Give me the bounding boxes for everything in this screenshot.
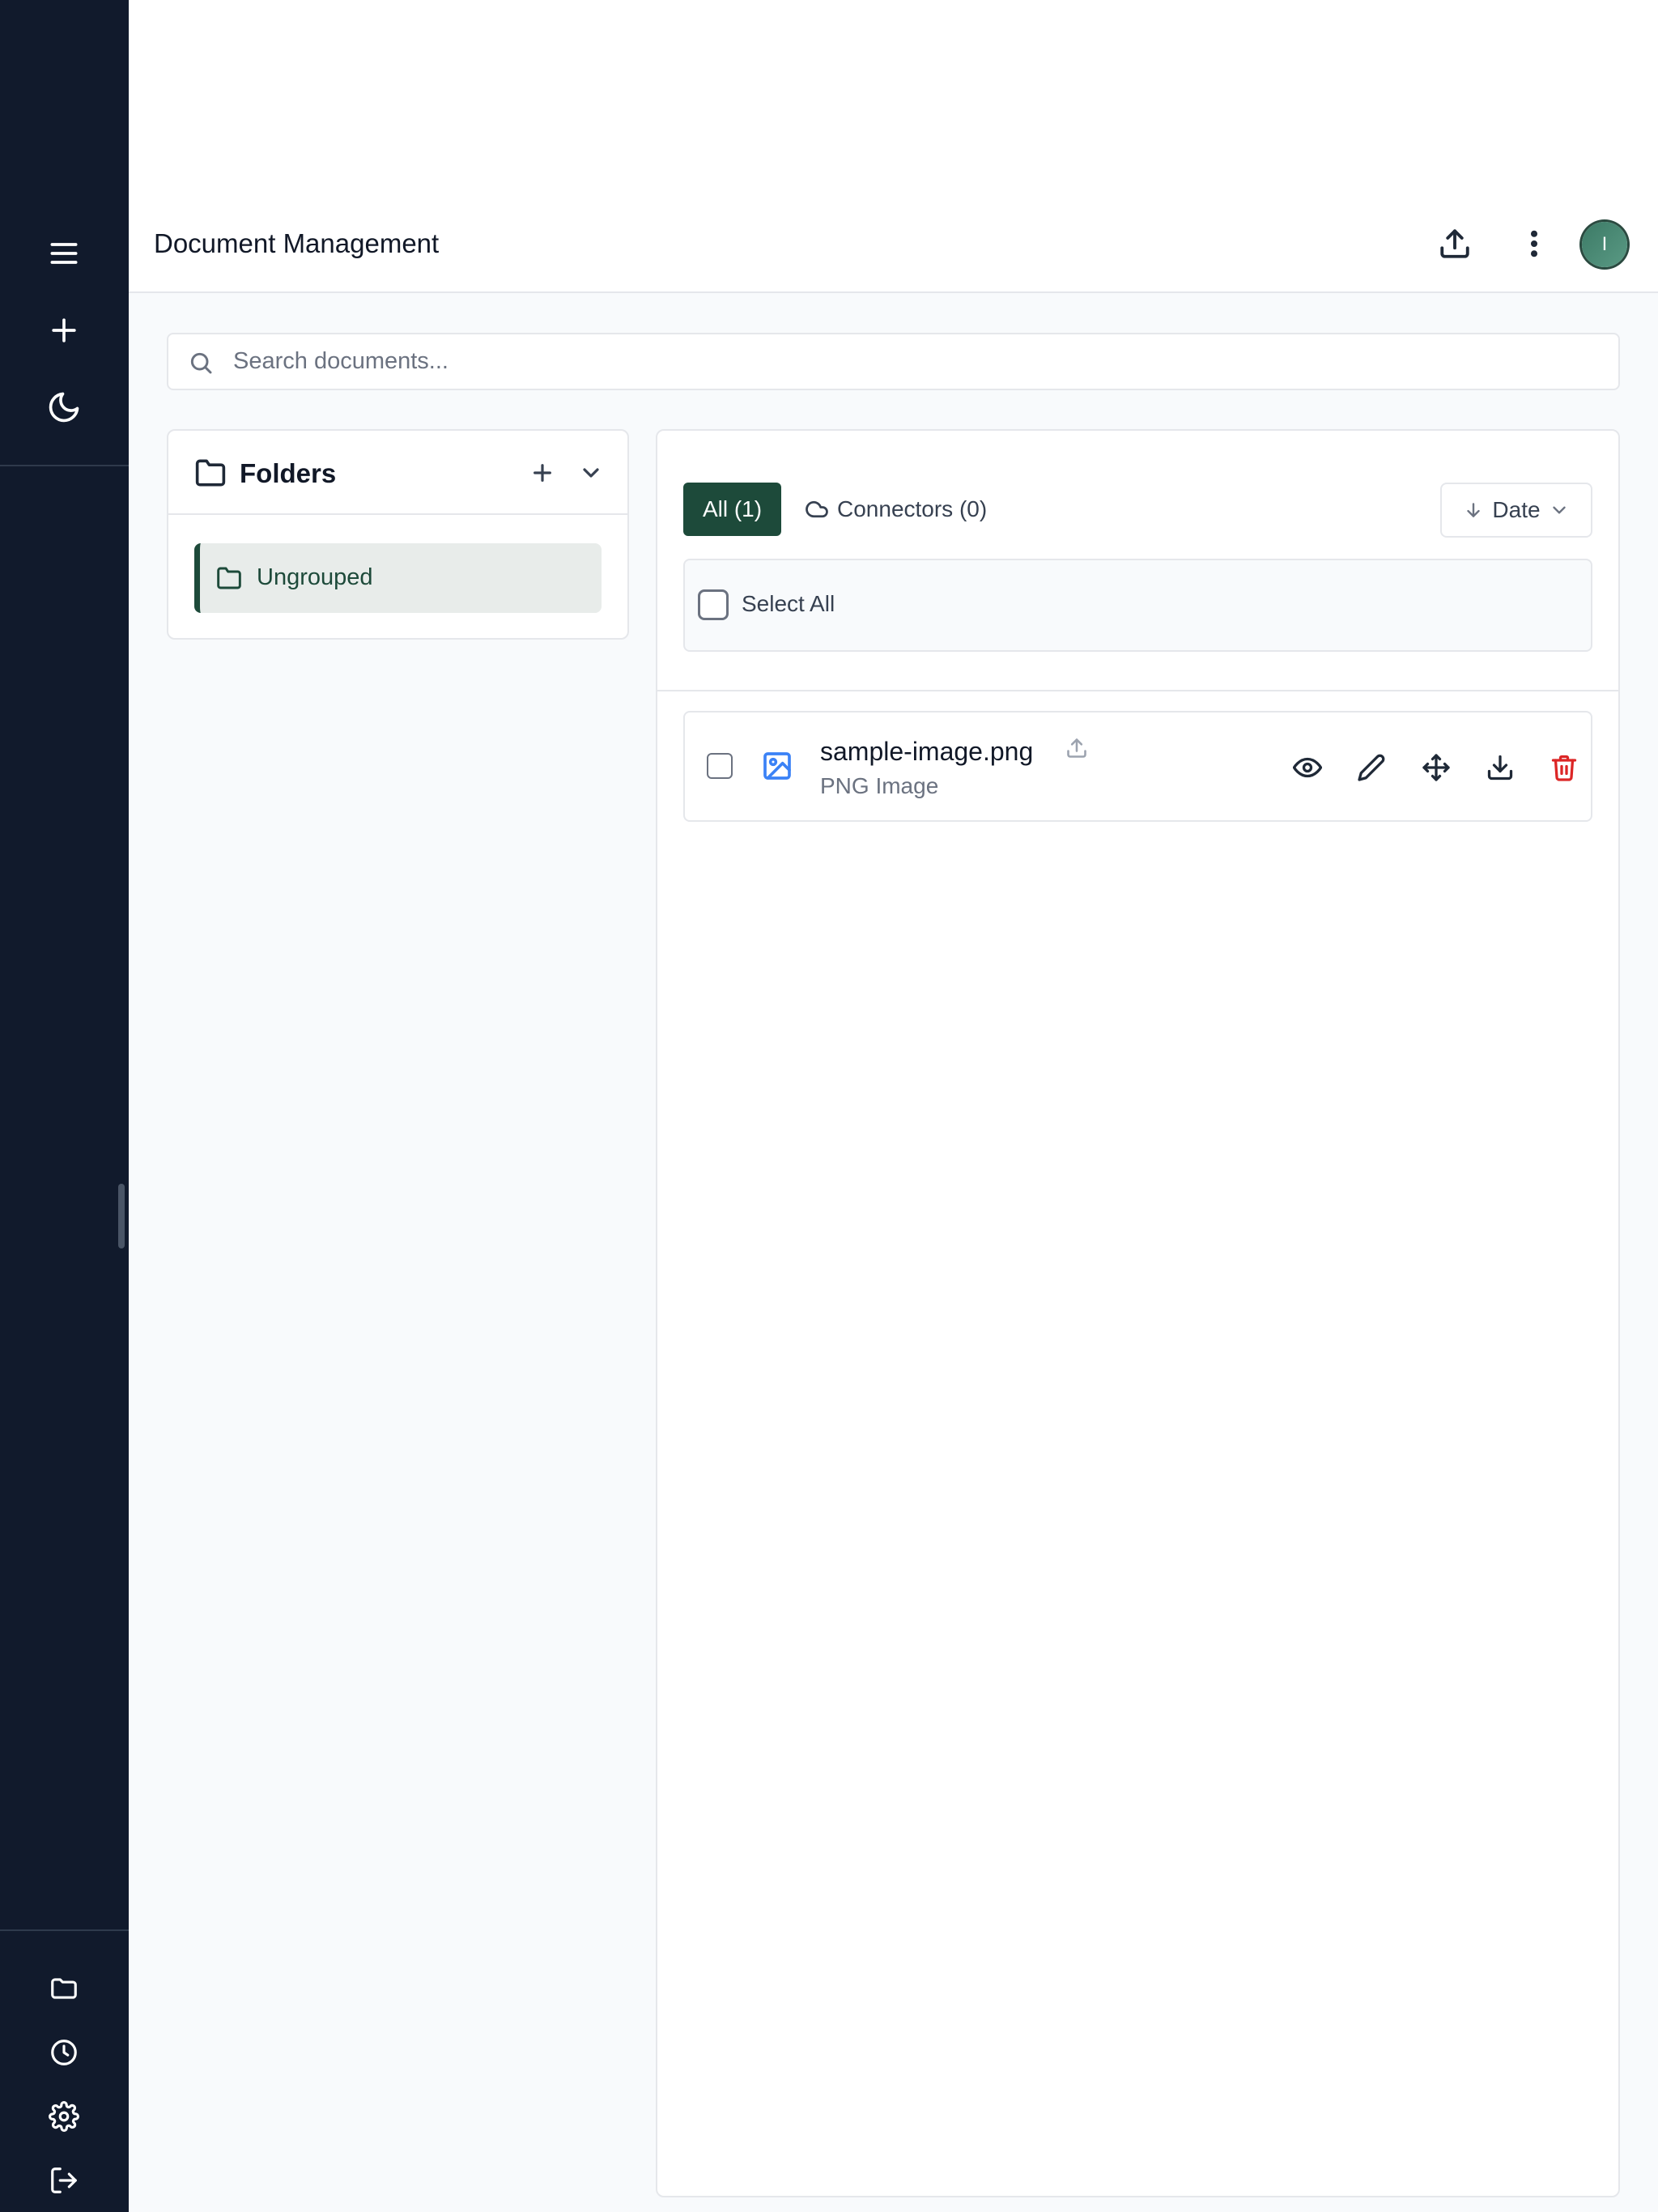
folder-icon xyxy=(217,567,241,589)
collapse-folders-button[interactable] xyxy=(573,455,609,491)
theme-toggle-button[interactable] xyxy=(35,378,93,436)
move-icon xyxy=(1422,754,1450,781)
settings-nav-button[interactable] xyxy=(35,2087,93,2146)
search-input[interactable] xyxy=(233,334,1601,389)
eye-icon xyxy=(1293,757,1322,778)
plus-icon xyxy=(52,318,76,342)
list-divider xyxy=(657,690,1618,691)
menu-icon xyxy=(50,243,78,264)
select-all-label: Select All xyxy=(742,591,835,616)
history-nav-button[interactable] xyxy=(35,2023,93,2082)
documents-panel: All (1) Connectors (0) Date Select All s… xyxy=(656,429,1620,2197)
select-all-checkbox[interactable] xyxy=(698,589,729,620)
arrow-down-icon xyxy=(1467,503,1481,517)
more-options-button[interactable] xyxy=(1506,215,1562,272)
chevron-down-icon xyxy=(1552,506,1566,514)
page-title: Document Management xyxy=(154,228,440,258)
cloud-icon xyxy=(806,500,828,518)
tab-connectors[interactable]: Connectors (0) xyxy=(805,483,987,536)
chevron-down-icon xyxy=(583,468,599,478)
rail-divider xyxy=(0,465,129,466)
logout-button[interactable] xyxy=(35,2151,93,2210)
new-button[interactable] xyxy=(35,301,93,359)
upload-icon xyxy=(1065,737,1090,761)
more-vertical-icon xyxy=(1530,230,1538,257)
folders-panel: Folders Ungrouped xyxy=(167,429,629,640)
upload-button[interactable] xyxy=(1426,215,1483,272)
search-icon xyxy=(190,352,212,374)
folder-item-label: Ungrouped xyxy=(257,564,373,590)
left-rail xyxy=(0,0,129,2212)
add-folder-button[interactable] xyxy=(525,455,560,491)
select-all-bar: Select All xyxy=(683,559,1592,652)
download-button[interactable] xyxy=(1481,748,1520,787)
document-name[interactable]: sample-image.png xyxy=(820,737,1033,767)
user-avatar[interactable]: I xyxy=(1582,222,1627,267)
upload-icon xyxy=(1440,229,1469,258)
top-bar: Document Management I xyxy=(129,0,1658,293)
folder-icon xyxy=(51,1978,77,1999)
plus-icon xyxy=(534,464,551,482)
moon-icon xyxy=(49,392,79,423)
search-bar xyxy=(167,333,1620,390)
download-icon xyxy=(1487,755,1513,781)
delete-button[interactable] xyxy=(1545,748,1584,787)
rename-button[interactable] xyxy=(1352,748,1391,787)
sort-label: Date xyxy=(1492,497,1541,522)
folder-item-ungrouped[interactable]: Ungrouped xyxy=(194,543,602,613)
folders-title: Folders xyxy=(240,458,337,488)
gear-icon xyxy=(49,2101,79,2132)
document-row[interactable]: sample-image.png PNG Image xyxy=(683,711,1592,822)
folder-icon xyxy=(194,458,227,487)
trash-icon xyxy=(1551,755,1577,781)
rail-divider xyxy=(0,1929,129,1931)
preview-button[interactable] xyxy=(1288,748,1327,787)
image-file-icon xyxy=(761,750,793,782)
sort-button[interactable]: Date xyxy=(1440,483,1592,538)
resize-handle[interactable] xyxy=(118,1184,125,1249)
folders-header: Folders xyxy=(168,431,627,515)
tab-all[interactable]: All (1) xyxy=(683,483,781,536)
document-type: PNG Image xyxy=(820,773,939,798)
tab-connectors-label: Connectors (0) xyxy=(837,496,988,521)
documents-nav-button[interactable] xyxy=(35,1959,93,2018)
pencil-icon xyxy=(1358,754,1385,781)
move-button[interactable] xyxy=(1417,748,1456,787)
clock-icon xyxy=(51,2040,77,2065)
menu-button[interactable] xyxy=(35,224,93,283)
document-checkbox[interactable] xyxy=(707,753,733,779)
logout-icon xyxy=(51,2167,77,2193)
